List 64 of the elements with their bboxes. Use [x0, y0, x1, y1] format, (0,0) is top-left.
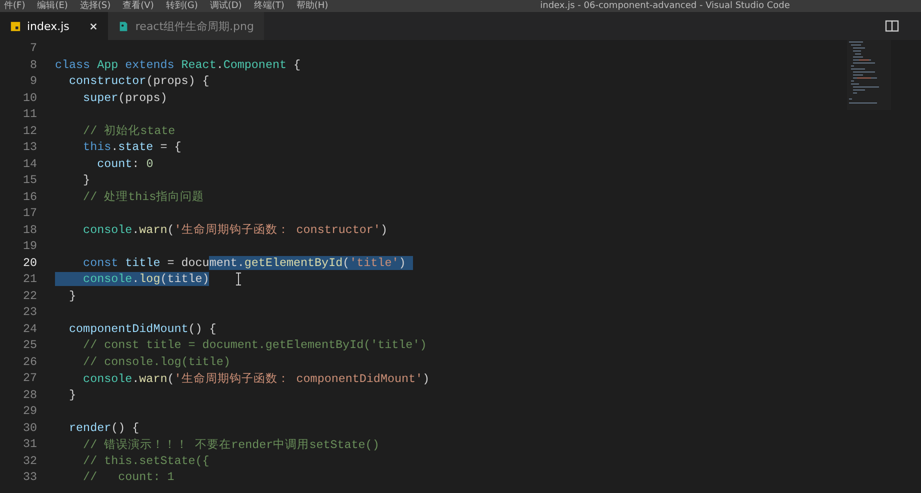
line-number: 23 [22, 305, 37, 320]
menu-item[interactable]: 件(F) [4, 0, 26, 12]
line-number: 28 [22, 388, 37, 402]
code-line: console.log(title) [55, 272, 210, 286]
line-number: 19 [22, 239, 37, 254]
code-line: } [82, 173, 90, 188]
code-line: constructor(props) { [68, 74, 210, 88]
line-number: 26 [22, 354, 37, 369]
text-cursor-icon [235, 272, 242, 286]
line-number: 12 [22, 124, 37, 138]
menu-item[interactable]: 查看(V) [122, 0, 154, 12]
js-file-icon [10, 20, 21, 32]
editor-tab[interactable]: react组件生命周期.png [108, 12, 264, 40]
line-number: 15 [22, 173, 37, 188]
code-line: // console.log(title) [82, 354, 230, 369]
code-line: const title = document.getElementById('title') [55, 256, 413, 270]
line-number: 30 [22, 420, 37, 435]
menu-item[interactable]: 帮助(H) [296, 0, 328, 12]
code-line: // 处理this指向问题 [82, 189, 204, 204]
code-line: // const title = document.getElementById('title') [82, 338, 427, 352]
close-icon[interactable] [89, 22, 98, 30]
line-number: 17 [22, 206, 37, 220]
code-line: console.warn('生命周期钩子函数： constructor') [82, 222, 388, 238]
code-line: // 初始化state [82, 123, 176, 138]
code-line: render() { [68, 420, 140, 435]
menu-item[interactable]: 选择(S) [80, 0, 111, 12]
code-line: count: 0 [96, 156, 154, 171]
split-editor-icon[interactable] [885, 20, 899, 32]
line-number: 27 [22, 371, 37, 386]
code-line: // count: 1 [82, 470, 174, 484]
line-number: 11 [22, 107, 37, 122]
line-number: 31 [22, 437, 37, 452]
code-line: } [68, 388, 76, 402]
code-line: } [68, 288, 76, 303]
code-line: // 错误演示！！！ 不要在render中调用setState() [82, 436, 380, 452]
code-line: super(props) [82, 90, 168, 105]
line-number: 24 [22, 322, 37, 336]
editor-tab[interactable]: index.js [0, 12, 108, 40]
line-number: 13 [22, 140, 37, 154]
line-number: 20 [22, 256, 37, 270]
line-number: 18 [22, 222, 37, 237]
menu-item[interactable]: 转到(G) [166, 0, 198, 12]
code-line: console.warn('生命周期钩子函数： componentDidMount') [82, 370, 430, 386]
code-line: // this.setState({ [82, 454, 210, 468]
line-number: 22 [22, 288, 37, 303]
line-number: 10 [22, 90, 37, 105]
line-number: 32 [22, 454, 37, 468]
window-title: index.js - 06-component-advanced - Visual Studio Code [540, 0, 790, 12]
line-number: 9 [28, 74, 37, 88]
menu-item[interactable]: 调试(D) [210, 0, 242, 12]
line-number: 14 [22, 156, 37, 171]
code-line: this.state = { [82, 140, 182, 154]
line-number: 8 [28, 58, 37, 72]
code-line: componentDidMount() { [68, 322, 216, 336]
menu-item[interactable]: 终端(T) [254, 0, 284, 12]
menu-item[interactable]: 编辑(E) [37, 0, 68, 12]
code-line: class App extends React.Component { [55, 58, 301, 72]
image-file-icon [118, 20, 130, 32]
line-number: 29 [22, 404, 37, 418]
line-number: 25 [22, 338, 37, 352]
line-number: 7 [28, 41, 37, 56]
line-number: 21 [22, 272, 37, 286]
line-number: 33 [22, 470, 37, 484]
line-number: 16 [22, 190, 37, 204]
